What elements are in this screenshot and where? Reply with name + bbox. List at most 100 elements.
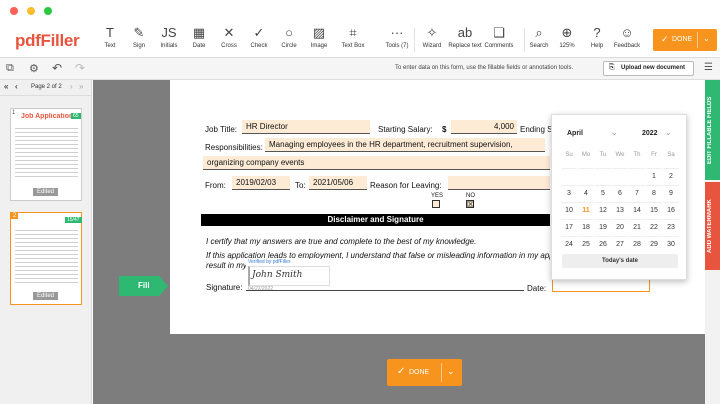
tool-comments-button[interactable]: ❏ Comments [482,25,516,57]
calendar-day[interactable]: 30 [612,168,628,184]
calendar-day[interactable]: 13 [612,202,628,218]
tool-label: Feedback [613,43,641,49]
document-settings-icon[interactable]: ⚙ [29,62,39,75]
chevron-down-icon[interactable]: ⌄ [447,366,455,377]
calendar-day[interactable]: 16 [663,202,679,218]
tool-label: 125% [559,43,575,49]
calendar-day[interactable]: 3 [561,185,577,201]
tool-check-button[interactable]: ✓ Check [242,25,276,57]
calendar-day[interactable]: 12 [595,202,611,218]
calendar-day[interactable]: 26 [595,236,611,252]
calendar-day[interactable]: 5 [595,185,611,201]
fill-indicator[interactable]: Fill [119,276,168,296]
upload-document-button[interactable]: ⎘ Upload new document [603,61,694,76]
calendar-day[interactable]: 28 [578,168,594,184]
add-watermark-tab[interactable]: ADD WATERMARK [705,182,720,270]
calendar-day[interactable]: 21 [629,219,645,235]
tool-text-box-button[interactable]: ⌗ Text Box [336,25,370,57]
tool-replace-text-button[interactable]: ab Replace text [448,25,482,57]
tool-125-button[interactable]: ⊕ 125% [550,25,584,57]
year-select[interactable]: 2022 [642,130,658,137]
tool-date-button[interactable]: ▦ Date [182,25,216,57]
calendar-day[interactable]: 27 [612,236,628,252]
list-view-icon[interactable]: ☰ [704,62,713,73]
calendar-day[interactable]: 7 [629,185,645,201]
redo-icon[interactable]: ↷ [75,61,85,75]
tool-tools-7-button[interactable]: ··· Tools (7) [380,25,414,57]
from-date-field[interactable]: 2019/02/03 [232,176,290,190]
tool-label: Tools (7) [385,43,409,49]
image-icon: ▨ [312,25,326,40]
page-thumbnail-1[interactable]: 1 Job Application 65 Edited [10,108,82,201]
reason-for-leaving-field[interactable] [448,176,550,190]
calendar-day[interactable]: 29 [595,168,611,184]
tool-initials-button[interactable]: JS Initials [152,25,186,57]
calendar-day[interactable]: 15 [646,202,662,218]
form-hint: To enter data on this form, use the fill… [395,65,574,71]
chevron-down-icon[interactable]: ⌄ [703,34,710,43]
yes-checkbox[interactable] [432,200,440,208]
first-page-icon[interactable]: « [4,82,8,91]
minimize-window-button[interactable] [27,7,35,15]
verified-label: Verified by pdfFiller [248,259,291,265]
close-window-button[interactable] [10,7,18,15]
calendar-day[interactable]: 27 [561,168,577,184]
tool-help-button[interactable]: ? Help [580,25,614,57]
tool-sign-button[interactable]: ✎ Sign [122,25,156,57]
month-select[interactable]: April [567,130,583,137]
undo-icon[interactable]: ↶ [52,61,62,75]
to-date-field[interactable]: 2021/05/06 [309,176,367,190]
calendar-day[interactable]: 4 [578,185,594,201]
calendar-day[interactable]: 29 [646,236,662,252]
calendar-day[interactable]: 30 [663,236,679,252]
calendar-day[interactable]: 25 [578,236,594,252]
no-checkbox[interactable]: ☒ [466,200,474,209]
calendar-day[interactable]: 10 [561,202,577,218]
page-thumbnail-2[interactable]: 2 15/47 Edited [10,212,82,305]
weekday-label: Su [565,152,573,158]
edit-fillable-fields-tab[interactable]: EDIT FILLABLE FIELDS [705,80,720,180]
initials-icon: JS [161,25,177,40]
weekday-label: We [615,152,625,158]
calendar-day[interactable]: 23 [663,219,679,235]
calendar-day[interactable]: 18 [578,219,594,235]
prev-page-icon[interactable]: ‹ [15,82,18,91]
last-page-icon[interactable]: » [79,82,83,91]
calendar-day[interactable]: 19 [595,219,611,235]
todays-date-button[interactable]: Today's date [562,254,678,268]
calendar-day[interactable]: 24 [561,236,577,252]
chevron-down-icon[interactable]: ⌄ [665,128,672,137]
tool-feedback-button[interactable]: ☺ Feedback [610,25,644,57]
tool-cross-button[interactable]: ✕ Cross [212,25,246,57]
calendar-day[interactable]: 17 [561,219,577,235]
job-title-field[interactable]: HR Director [242,120,370,134]
calendar-day[interactable]: 8 [646,185,662,201]
tool-label: Replace text [448,43,482,49]
pages-panel-icon[interactable]: ⧉ [6,62,14,75]
chevron-down-icon[interactable]: ⌄ [611,128,618,137]
tool-circle-button[interactable]: ○ Circle [272,25,306,57]
calendar-day[interactable]: 1 [646,168,662,184]
signature-field[interactable]: Verified by pdfFiller John Smith 04/22/2… [246,259,524,292]
done-button[interactable]: ✓ DONE ⌄ [653,29,717,51]
calendar-day[interactable]: 28 [629,236,645,252]
tool-label: Wizard [422,43,442,49]
calendar-day[interactable]: 2 [663,168,679,184]
next-page-icon[interactable]: › [70,82,73,91]
bottom-done-button[interactable]: ✓ DONE ⌄ [387,359,462,386]
maximize-window-button[interactable] [44,7,52,15]
calendar-day[interactable]: 14 [629,202,645,218]
calendar-day[interactable]: 6 [612,185,628,201]
date-field[interactable] [552,278,650,292]
responsibilities-line-2[interactable]: organizing company events [203,156,550,170]
responsibilities-line-1[interactable]: Managing employees in the HR department,… [265,138,545,152]
tool-image-button[interactable]: ▨ Image [302,25,336,57]
calendar-day[interactable]: 31 [629,168,645,184]
tool-wizard-button[interactable]: ✧ Wizard [415,25,449,57]
calendar-day[interactable]: 11 [578,202,594,218]
calendar-day[interactable]: 20 [612,219,628,235]
calendar-day[interactable]: 22 [646,219,662,235]
salary-field[interactable]: 4,000 [451,120,517,134]
weekday-label: Fr [651,152,657,158]
calendar-day[interactable]: 9 [663,185,679,201]
